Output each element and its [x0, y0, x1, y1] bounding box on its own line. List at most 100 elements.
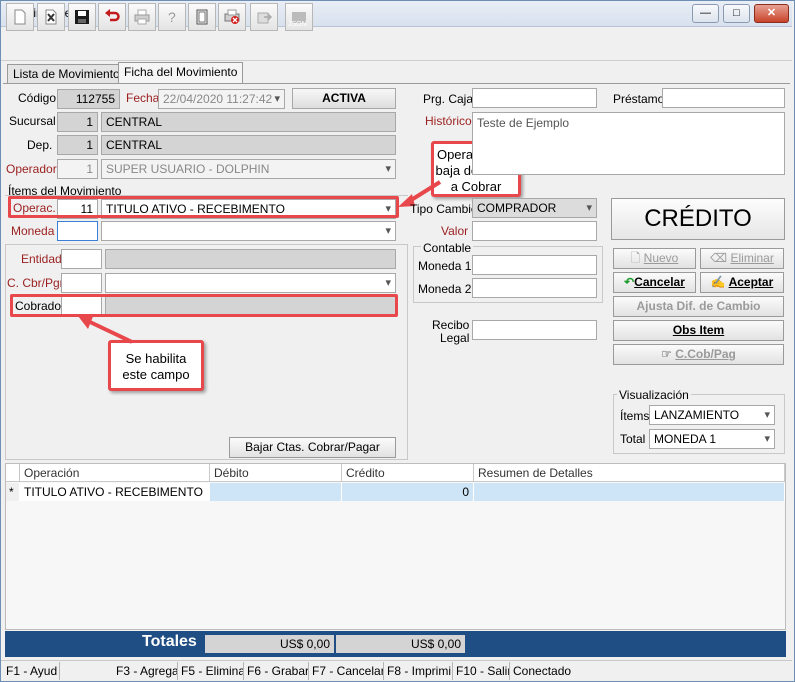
items-grid[interactable]: Operación Débito Crédito Resumen de Deta… [5, 463, 786, 630]
obs-item-button[interactable]: Obs Item [613, 320, 784, 341]
aceptar-button[interactable]: ✍ Aceptar [700, 272, 784, 293]
status-badge: ACTIVA [292, 88, 396, 109]
aceptar-label: Aceptar [728, 275, 774, 289]
trash-icon: ⌫ [710, 251, 728, 265]
dep-num-field: 1 [57, 135, 98, 155]
cell-credito[interactable]: 0 [342, 483, 474, 501]
operac-highlight [8, 196, 399, 218]
moneda1-label: Moneda 1 [418, 259, 472, 273]
chevron-down-icon: ▾ [385, 225, 391, 237]
prestamo-label: Préstamo [613, 92, 665, 106]
items-select[interactable]: LANZAMIENTO ▾ [649, 405, 775, 425]
bajar-ctas-button[interactable]: Bajar Ctas. Cobrar/Pagar [229, 437, 396, 458]
cell-operacion[interactable]: TITULO ATIVO - RECEBIMENTO [20, 483, 210, 501]
moneda1-field[interactable] [472, 255, 597, 275]
status-f6: F6 - Grabar [244, 662, 309, 680]
help-button[interactable]: ? [158, 3, 186, 31]
help-icon: ? [168, 9, 176, 25]
tab-ficha-movimiento[interactable]: Ficha del Movimiento [118, 62, 244, 84]
nuevo-button[interactable]: 🗋 Nuevo [613, 248, 696, 269]
eliminar-button[interactable]: ⌫ Eliminar [700, 248, 784, 269]
dep-name-field: CENTRAL [101, 135, 396, 155]
callout-habilita-line1: Se habilita [125, 351, 187, 366]
dep-label: Dep. [27, 138, 53, 152]
new-doc-icon: 🗋 [630, 251, 641, 265]
cancelar-button[interactable]: ↶Cancelar [613, 272, 696, 293]
ccbr-select[interactable]: ▾ [105, 273, 396, 293]
eliminar-label: Eliminar [730, 251, 774, 265]
chevron-down-icon: ▾ [764, 433, 770, 445]
tipo-cambio-select[interactable]: COMPRADOR ▾ [472, 198, 597, 218]
chevron-down-icon: ▾ [385, 163, 391, 175]
contable-label: Contable [421, 241, 474, 255]
moneda-select[interactable]: ▾ [101, 221, 396, 241]
historico-label: Histórico [425, 114, 472, 128]
grid-header-debito[interactable]: Débito [210, 464, 342, 482]
cancelar-label: Cancelar [634, 275, 685, 289]
new-button[interactable] [6, 3, 34, 31]
ccbr-label: C. Cbr/Pgr [7, 276, 64, 290]
callout-operacion-line3: a Cobrar [450, 179, 502, 194]
recibo-legal-field[interactable] [472, 320, 597, 340]
minimize-button[interactable]: — [692, 4, 719, 23]
moneda-num-field[interactable] [57, 221, 98, 241]
historico-textarea[interactable]: Teste de Ejemplo [472, 112, 785, 175]
entidad-num-field[interactable] [61, 249, 102, 269]
visualizacion-label: Visualización [617, 388, 691, 402]
undo-icon [105, 9, 120, 22]
callout-habilita-line2: este campo [122, 367, 190, 382]
prestamo-field[interactable] [662, 88, 785, 108]
totals-debito: US$ 0,00 [205, 635, 334, 653]
cell-debito[interactable] [210, 483, 342, 501]
report-button[interactable] [218, 3, 246, 31]
chevron-down-icon: ▾ [274, 93, 280, 105]
json-button[interactable]: JSON [285, 3, 313, 31]
undo-arrow-icon: ↶ [624, 275, 635, 289]
prg-caja-field[interactable] [472, 88, 597, 108]
grid-header-resumen[interactable]: Resumen de Detalles [474, 464, 785, 482]
ccbr-num-field[interactable] [61, 273, 102, 293]
maximize-button[interactable]: □ [723, 4, 750, 23]
exit-button[interactable] [188, 3, 216, 31]
save-button[interactable] [68, 3, 96, 31]
total-select[interactable]: MONEDA 1 ▾ [649, 429, 775, 449]
legal-label: Legal [440, 331, 470, 345]
print-icon [134, 9, 150, 25]
ccob-pag-button[interactable]: ☞ C.Cob/Pag [613, 344, 784, 365]
grid-header-credito[interactable]: Crédito [342, 464, 474, 482]
operador-label: Operador [6, 162, 57, 176]
items-value: LANZAMIENTO [654, 408, 740, 422]
status-f8: F8 - Imprimi [384, 662, 453, 680]
delete-icon [45, 9, 57, 25]
ccob-label: C.Cob/Pag [675, 347, 736, 361]
fecha-label: Fecha [126, 91, 160, 105]
ajusta-dif-cambio-button[interactable]: Ajusta Dif. de Cambio [613, 296, 784, 317]
totals-credito: US$ 0,00 [336, 635, 465, 653]
cell-resumen[interactable] [474, 483, 785, 501]
sucursal-label: Sucursal [9, 114, 56, 128]
sucursal-num-field: 1 [57, 112, 98, 132]
chevron-down-icon: ▾ [385, 277, 391, 289]
credito-indicator: CRÉDITO [611, 198, 785, 240]
report-icon [224, 9, 240, 24]
table-row[interactable]: * TITULO ATIVO - RECEBIMENTO 0 [6, 483, 785, 501]
moneda2-field[interactable] [472, 278, 597, 298]
entidad-label: Entidad [21, 252, 62, 266]
tab-lista-movimientos[interactable]: Lista de Movimientos [7, 64, 132, 83]
undo-button[interactable] [98, 3, 126, 31]
operador-select[interactable]: SUPER USUARIO - DOLPHIN ▾ [101, 159, 396, 179]
delete-button[interactable] [37, 3, 65, 31]
hand-money-icon: ☞ [661, 347, 672, 361]
print-button[interactable] [128, 3, 156, 31]
export-button[interactable] [250, 3, 278, 31]
fecha-field[interactable]: 22/04/2020 11:27:42 ▾ [158, 89, 285, 109]
close-button[interactable]: ✕ [754, 4, 789, 23]
status-f10: F10 - Salir [453, 662, 510, 680]
valor-field[interactable] [472, 221, 597, 241]
valor-label: Valor [441, 224, 469, 238]
status-f1: F1 - Ayud [3, 662, 60, 680]
grid-header-indicator [6, 464, 20, 482]
status-bar: F1 - Ayud F3 - Agrega F5 - Elimina F6 - … [1, 660, 792, 680]
grid-header-operacion[interactable]: Operación [20, 464, 210, 482]
totals-label: Totales [142, 633, 197, 650]
